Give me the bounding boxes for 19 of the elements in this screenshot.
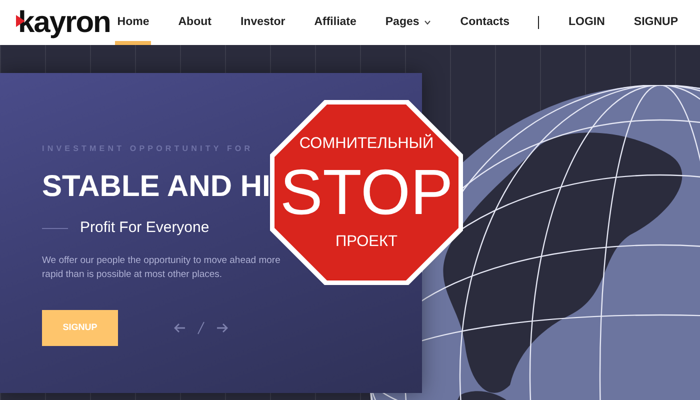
nav-link[interactable]: About: [178, 0, 212, 45]
nav-link[interactable]: Home: [117, 0, 150, 45]
hero-subtitle: Profit For Everyone: [80, 218, 210, 238]
stop-sign-word: STOP: [280, 160, 454, 224]
next-button[interactable]: [216, 322, 228, 333]
previous-button[interactable]: [174, 322, 186, 333]
nav-dropdown[interactable]: Pages: [385, 0, 432, 45]
nav-link[interactable]: Investor: [240, 0, 286, 45]
hero-title: STABLE AND HI: [42, 169, 270, 205]
slash-icon: [196, 320, 206, 335]
logo-text[interactable]: kayron: [18, 6, 110, 38]
nav-link[interactable]: Affiliate: [314, 0, 356, 45]
auth-link[interactable]: LOGIN: [568, 0, 605, 45]
auth-link[interactable]: SIGNUP: [634, 0, 678, 45]
nav-link[interactable]: Contacts: [460, 0, 510, 45]
stop-sign-caption: ПРОЕКТ: [335, 234, 398, 249]
stop-sign-caption: СОМНИТЕЛЬНЫЙ: [299, 136, 434, 152]
caret-icon: [424, 20, 432, 25]
hero-description: We offer our people the opportunity to move ahead more rapid than is possible at most other places.: [42, 254, 282, 282]
